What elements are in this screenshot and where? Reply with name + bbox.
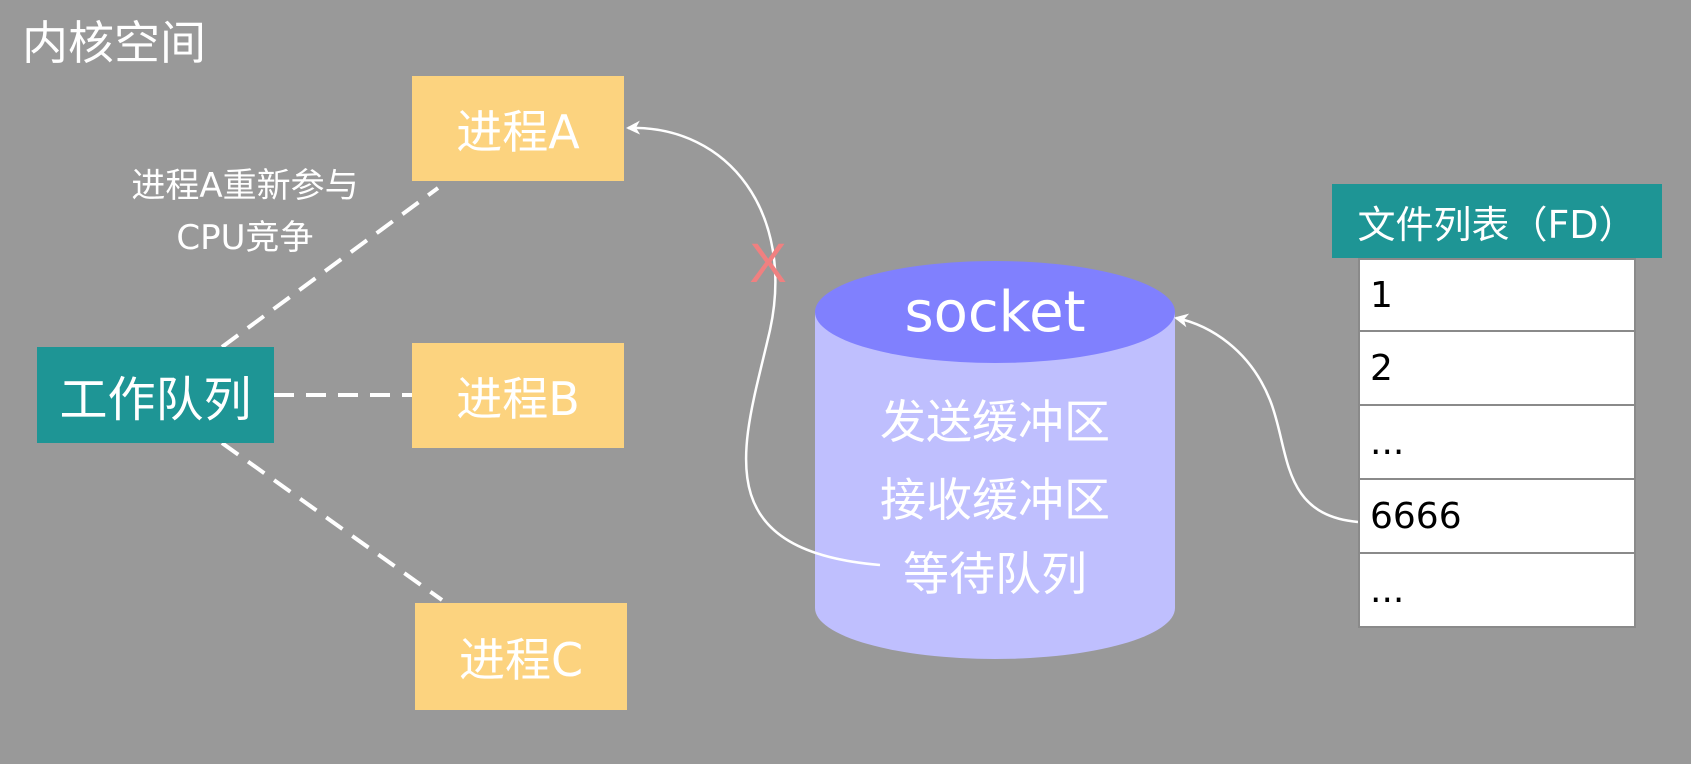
fd-to-socket-arrow [1174,313,1359,524]
wait-queue-label: 等待队列 [903,547,1087,601]
process-c-box: 进程C [415,603,627,710]
process-b-box: 进程B [412,343,624,448]
diagram-canvas: X 内核空间 进程A 进程B 进程C 工作队列 进程A重新参与CPU竞争 soc… [0,0,1691,764]
requeue-note: 进程A重新参与CPU竞争 [131,166,359,258]
recv-buffer-label: 接收缓冲区 [880,473,1110,527]
socket-title: socket [904,280,1086,345]
fd-row: ... [1358,406,1636,480]
fd-table-header: 文件列表（FD） [1332,184,1662,258]
work-queue-box: 工作队列 [37,347,274,443]
kernel-space-label: 内核空间 [22,16,206,70]
process-a-box: 进程A [412,76,624,181]
fd-row: 6666 [1358,480,1636,554]
cross-mark: X [749,231,786,294]
fd-row: 2 [1358,332,1636,406]
send-buffer-label: 发送缓冲区 [880,395,1110,449]
dashed-link-queue-to-c [220,441,444,602]
fd-row: ... [1358,554,1636,628]
fd-row: 1 [1358,258,1636,332]
fd-table: 1 2 ... 6666 ... [1358,258,1636,628]
